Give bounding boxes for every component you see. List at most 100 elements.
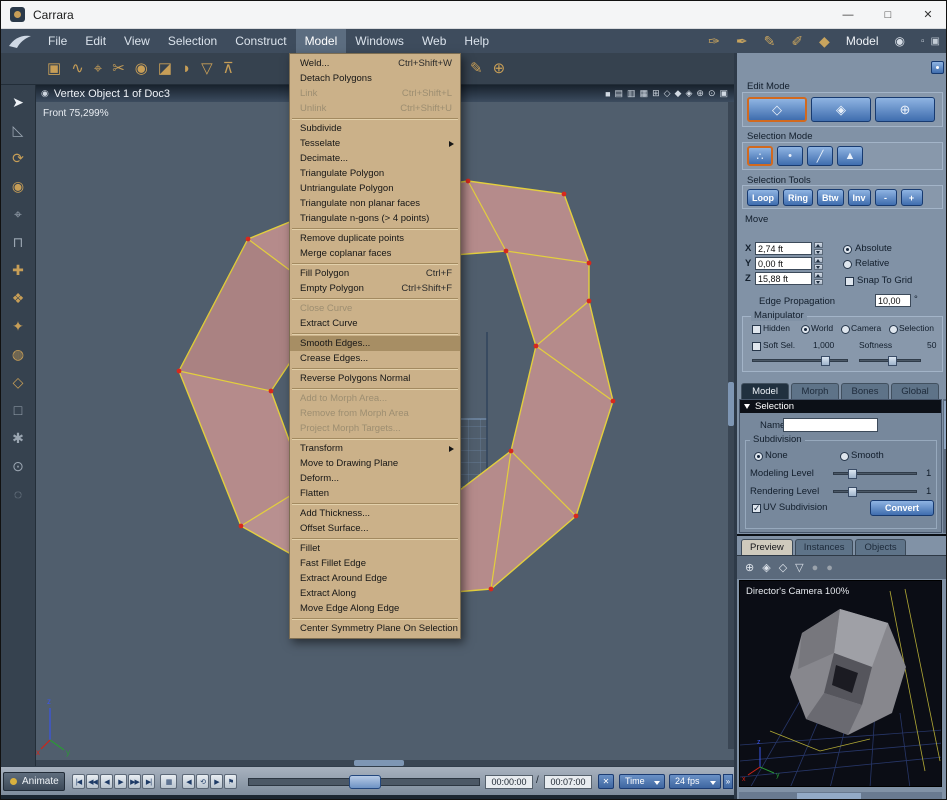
modeling-tool-icon[interactable]: ◪ (158, 61, 172, 76)
edit-mode-button[interactable]: ◇ (747, 97, 807, 122)
coordinate-stepper[interactable] (814, 242, 823, 255)
modeling-tool-icon[interactable]: ∿ (71, 61, 84, 76)
coordinate-stepper[interactable] (814, 272, 823, 285)
menu-item[interactable]: Unlink Ctrl+Shift+U (290, 101, 460, 116)
mode-tool-icon[interactable]: ✑ (708, 33, 720, 50)
softness-slider[interactable] (859, 356, 921, 366)
modeling-tool-icon[interactable]: ⊕ (493, 61, 506, 76)
viewport-tool-icon[interactable]: ⊙ (12, 459, 24, 473)
hidden-checkbox[interactable] (752, 325, 761, 334)
menu-item[interactable]: Extract Along (290, 586, 460, 601)
frame-view-button[interactable]: ▦ (160, 774, 177, 789)
selection-tool-button[interactable]: Loop (747, 189, 779, 206)
preview-display-icon[interactable]: ⊕ (745, 561, 754, 574)
viewport-tool-icon[interactable]: ◺ (13, 123, 24, 137)
modeling-tool-icon[interactable]: ✂ (112, 61, 125, 76)
menu-item[interactable]: Extract Around Edge (290, 571, 460, 586)
menu-item[interactable]: Untriangulate Polygon (290, 181, 460, 196)
viewport-tool-icon[interactable]: ✚ (12, 263, 24, 277)
preview-display-icon[interactable]: ◈ (762, 561, 770, 574)
view-layout-icon[interactable]: ▥ (627, 88, 636, 99)
preview-tab[interactable]: Preview (741, 539, 793, 555)
panel-toggle-button[interactable] (931, 61, 944, 74)
menu-item[interactable]: Move Edge Along Edge (290, 601, 460, 616)
menubar-item[interactable]: File (39, 29, 76, 53)
edit-mode-button[interactable]: ◈ (811, 97, 871, 122)
menubar-item[interactable]: Edit (76, 29, 115, 53)
viewport-tool-icon[interactable]: ❖ (12, 291, 25, 305)
menu-item[interactable]: Detach Polygons (290, 71, 460, 86)
loop-button[interactable]: ⟲ (196, 774, 209, 789)
menu-item[interactable]: Flatten (290, 486, 460, 501)
selection-tool-button[interactable]: + (900, 189, 923, 206)
total-time-field[interactable]: 00:07:00 (544, 775, 592, 789)
subdivision-none-radio[interactable] (754, 452, 763, 461)
maximize-button[interactable]: □ (868, 1, 908, 28)
menu-item[interactable]: Remove duplicate points (290, 231, 460, 246)
coordinate-input[interactable] (755, 257, 812, 270)
menu-item[interactable]: Link Ctrl+Shift+L (290, 86, 460, 101)
selection-mode-button[interactable]: ╱ (807, 146, 833, 166)
selection-tool-button[interactable]: Ring (783, 189, 813, 206)
mode-tool-icon[interactable]: ✒ (736, 33, 748, 50)
soft-selection-checkbox[interactable] (752, 342, 761, 351)
relative-radio[interactable] (843, 260, 852, 269)
modeling-tool-icon[interactable]: ▽ (201, 61, 213, 76)
transport-button[interactable]: ▶ (114, 774, 127, 789)
animate-button[interactable]: Animate (3, 772, 65, 791)
slider-knob[interactable] (848, 487, 857, 497)
viewport-tool-icon[interactable]: ⌖ (14, 207, 22, 221)
current-time-field[interactable]: 00:00:00 (485, 775, 533, 789)
rendering-level-slider[interactable] (833, 487, 917, 497)
coordinate-stepper[interactable] (814, 257, 823, 270)
menubar-item[interactable]: Web (413, 29, 455, 53)
view-layout-icon[interactable]: ⊞ (652, 88, 660, 99)
slider-knob[interactable] (821, 356, 830, 366)
preview-display-icon[interactable]: ▽ (795, 561, 803, 574)
viewport-tool-icon[interactable]: ◌ (14, 487, 22, 501)
world-radio[interactable] (801, 325, 810, 334)
preview-tab[interactable]: Objects (855, 539, 906, 555)
menu-item[interactable]: Center Symmetry Plane On Selection (290, 621, 460, 636)
panel-horizontal-scrollbar[interactable] (739, 792, 942, 799)
scrollbar-thumb[interactable] (797, 793, 861, 799)
menu-item[interactable]: Transform (290, 441, 460, 456)
panel-tab[interactable]: Model (741, 383, 789, 399)
time-unit-dropdown[interactable]: Time (619, 774, 665, 789)
fps-dropdown[interactable]: 24 fps (669, 774, 721, 789)
view-layout-icon[interactable]: ◆ (675, 88, 682, 99)
menu-item[interactable]: Merge coplanar faces (290, 246, 460, 261)
viewport-tool-icon[interactable]: ✦ (12, 319, 24, 333)
close-button[interactable]: ✕ (908, 1, 946, 28)
slider-knob[interactable] (888, 356, 897, 366)
selection-radio[interactable] (889, 325, 898, 334)
soft-selection-slider[interactable] (752, 356, 848, 366)
menu-item[interactable]: Subdivide (290, 121, 460, 136)
menu-item[interactable]: Weld... Ctrl+Shift+W (290, 56, 460, 71)
transport-button[interactable]: ▶| (142, 774, 155, 789)
menubar-item[interactable]: Help (455, 29, 498, 53)
selection-tool-button[interactable]: Btw (817, 189, 844, 206)
menu-item[interactable]: Triangulate n-gons (> 4 points) (290, 211, 460, 226)
preview-display-icon[interactable]: ● (826, 562, 833, 574)
window-mode-icon[interactable]: ▫ (921, 36, 925, 47)
scrubber-handle[interactable] (349, 775, 381, 789)
name-input[interactable] (783, 418, 878, 432)
preview-tab[interactable]: Instances (794, 539, 854, 555)
loop-button[interactable]: ⚑ (224, 774, 237, 789)
edit-mode-button[interactable]: ⊕ (875, 97, 935, 122)
view-layout-icon[interactable]: ⊕ (696, 88, 704, 99)
camera-radio[interactable] (841, 325, 850, 334)
edge-propagation-input[interactable] (875, 294, 911, 307)
menu-item[interactable]: Reverse Polygons Normal (290, 371, 460, 386)
menu-item[interactable]: Tesselate (290, 136, 460, 151)
loop-button[interactable]: ◀ (182, 774, 195, 789)
subdivision-smooth-radio[interactable] (840, 452, 849, 461)
selection-tool-button[interactable]: Inv (847, 189, 871, 206)
panel-tab[interactable]: Global (891, 383, 939, 399)
view-layout-icon[interactable]: ▣ (719, 88, 728, 99)
menu-item[interactable]: Triangulate Polygon (290, 166, 460, 181)
slider-knob[interactable] (848, 469, 857, 479)
menu-item[interactable]: Project Morph Targets... (290, 421, 460, 436)
loop-button[interactable]: ▶ (210, 774, 223, 789)
